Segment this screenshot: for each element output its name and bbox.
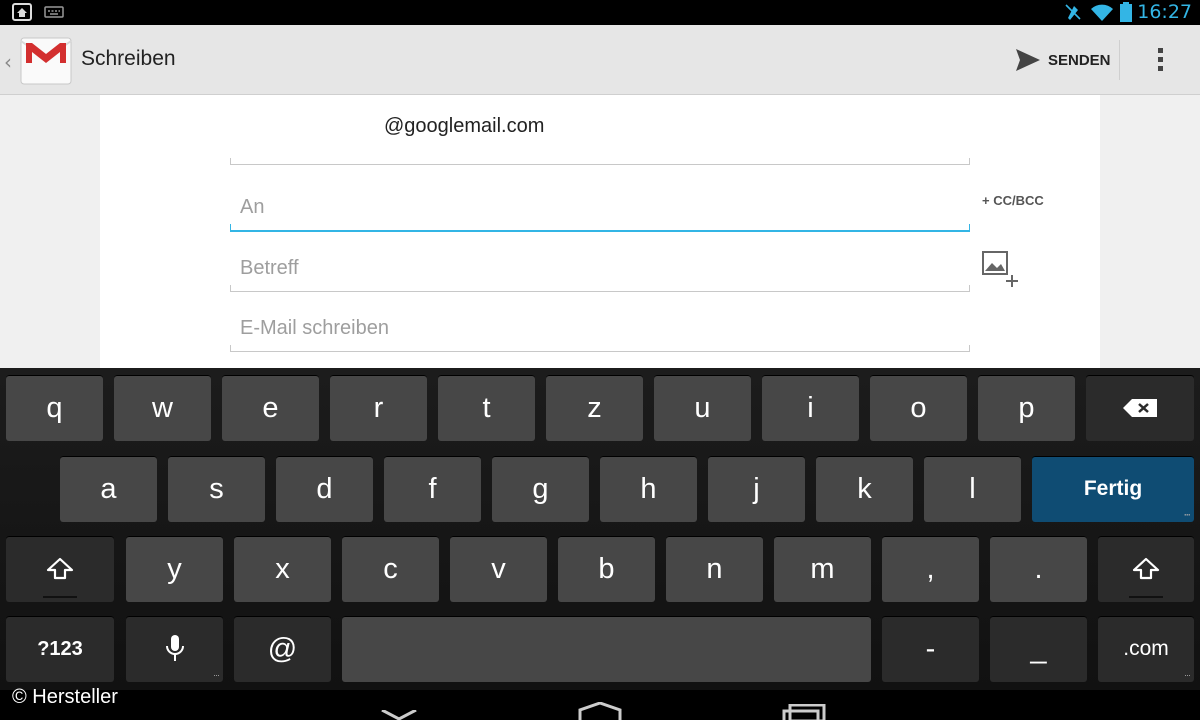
mute-icon bbox=[1065, 4, 1081, 20]
shift-icon bbox=[1132, 557, 1160, 580]
voice-input-key[interactable]: ··· bbox=[126, 616, 223, 682]
key-k[interactable]: k bbox=[816, 456, 913, 522]
up-caret-icon[interactable]: ‹ bbox=[4, 50, 12, 74]
key-m[interactable]: m bbox=[774, 536, 871, 602]
key-a[interactable]: a bbox=[60, 456, 157, 522]
key-q[interactable]: q bbox=[6, 375, 103, 441]
status-bar: 16:27 bbox=[0, 0, 1200, 25]
key-d[interactable]: d bbox=[276, 456, 373, 522]
gmail-logo-icon[interactable] bbox=[18, 33, 74, 87]
key-e[interactable]: e bbox=[222, 375, 319, 441]
overflow-menu-icon[interactable] bbox=[1152, 45, 1168, 77]
key-o[interactable]: o bbox=[870, 375, 967, 441]
key-h[interactable]: h bbox=[600, 456, 697, 522]
key-u[interactable]: u bbox=[654, 375, 751, 441]
navigation-bar bbox=[0, 690, 1200, 720]
attach-picture-icon[interactable] bbox=[982, 251, 1022, 289]
key-l[interactable]: l bbox=[924, 456, 1021, 522]
body-field[interactable] bbox=[230, 302, 970, 352]
shift-key-left[interactable] bbox=[6, 536, 114, 602]
subject-input[interactable] bbox=[230, 245, 970, 291]
key-n[interactable]: n bbox=[666, 536, 763, 602]
underscore-key[interactable]: _ bbox=[990, 616, 1087, 682]
key-f[interactable]: f bbox=[384, 456, 481, 522]
back-nav-icon[interactable] bbox=[380, 710, 418, 720]
divider bbox=[1119, 40, 1120, 80]
key-r[interactable]: r bbox=[330, 375, 427, 441]
at-key[interactable]: @ bbox=[234, 616, 331, 682]
space-key[interactable] bbox=[342, 616, 871, 682]
home-icon bbox=[12, 3, 32, 21]
to-field[interactable] bbox=[230, 182, 970, 232]
key-s[interactable]: s bbox=[168, 456, 265, 522]
key-t[interactable]: t bbox=[438, 375, 535, 441]
battery-icon bbox=[1120, 2, 1132, 22]
keyboard-icon bbox=[44, 6, 64, 18]
clock: 16:27 bbox=[1137, 1, 1192, 23]
symbols-key[interactable]: ?123 bbox=[6, 616, 114, 682]
done-key[interactable]: Fertig ··· bbox=[1032, 456, 1194, 522]
cc-bcc-button[interactable]: + CC/BCC bbox=[982, 193, 1044, 208]
microphone-icon bbox=[165, 635, 184, 661]
dotcom-key[interactable]: .com ··· bbox=[1098, 616, 1194, 682]
key-v[interactable]: v bbox=[450, 536, 547, 602]
shift-key-right[interactable] bbox=[1098, 536, 1194, 602]
key-g[interactable]: g bbox=[492, 456, 589, 522]
backspace-icon bbox=[1123, 399, 1157, 417]
send-label: SENDEN bbox=[1048, 51, 1111, 69]
to-input[interactable] bbox=[230, 184, 970, 230]
done-key-label: Fertig bbox=[1083, 477, 1143, 500]
send-button[interactable]: SENDEN bbox=[1014, 45, 1111, 75]
key-i[interactable]: i bbox=[762, 375, 859, 441]
key-j[interactable]: j bbox=[708, 456, 805, 522]
soft-keyboard: q w e r t z u i o p a s d f g h j k l Fe… bbox=[0, 368, 1200, 690]
key-x[interactable]: x bbox=[234, 536, 331, 602]
backspace-key[interactable] bbox=[1086, 375, 1194, 441]
dotcom-key-label: .com bbox=[1123, 637, 1169, 660]
key-p[interactable]: p bbox=[978, 375, 1075, 441]
screen-title: Schreiben bbox=[81, 47, 176, 70]
wifi-icon bbox=[1091, 4, 1113, 21]
action-bar: ‹ Schreiben SENDEN bbox=[0, 25, 1200, 95]
dash-key[interactable]: - bbox=[882, 616, 979, 682]
key-c[interactable]: c bbox=[342, 536, 439, 602]
copyright-watermark: © Hersteller bbox=[12, 686, 118, 708]
key-z[interactable]: z bbox=[546, 375, 643, 441]
key-w[interactable]: w bbox=[114, 375, 211, 441]
key-period[interactable]: . bbox=[990, 536, 1087, 602]
from-field bbox=[230, 115, 970, 165]
send-icon bbox=[1016, 49, 1040, 71]
shift-icon bbox=[46, 557, 74, 580]
home-nav-icon[interactable] bbox=[578, 702, 622, 720]
recent-apps-nav-icon[interactable] bbox=[782, 704, 826, 720]
key-y[interactable]: y bbox=[126, 536, 223, 602]
key-comma[interactable]: , bbox=[882, 536, 979, 602]
body-input[interactable] bbox=[230, 305, 970, 351]
key-b[interactable]: b bbox=[558, 536, 655, 602]
subject-field[interactable] bbox=[230, 242, 970, 292]
